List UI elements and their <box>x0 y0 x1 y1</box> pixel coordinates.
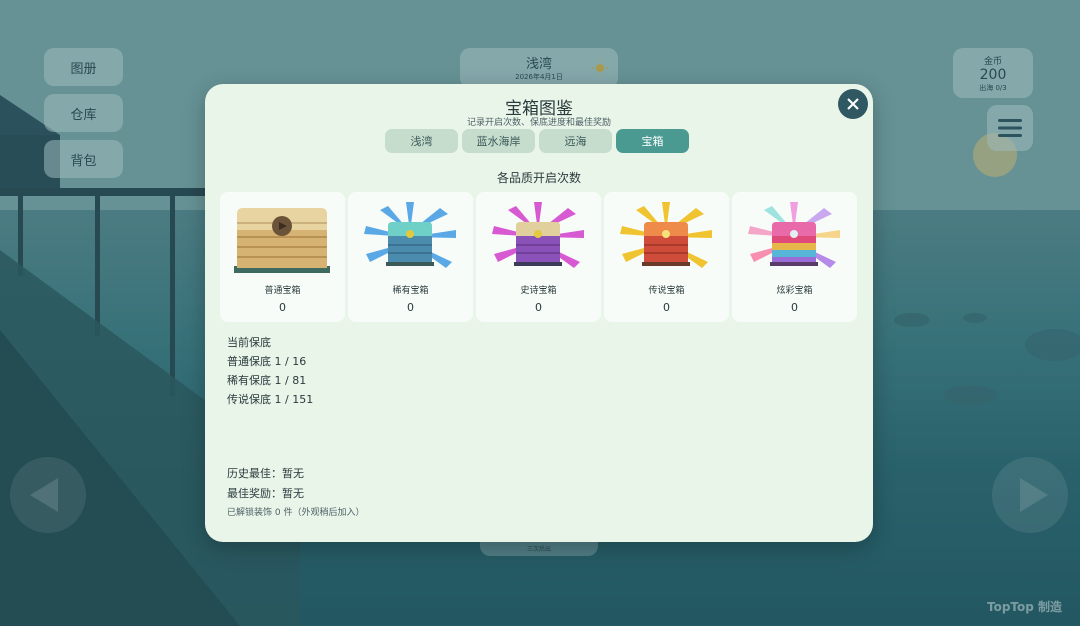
chest-count: 0 <box>663 301 670 314</box>
chest-card-rare[interactable]: 稀有宝箱 0 <box>348 192 473 322</box>
unlocked-decorations: 已解锁装饰 0 件（外观稍后加入） <box>227 508 365 518</box>
chest-collection-modal: 宝箱图鉴 记录开启次数、保底进度和最佳奖励 浅湾 蓝水海岸 远海 宝箱 各品质开… <box>205 84 873 542</box>
chest-cards: 普通宝箱 0 稀有宝箱 0 史诗宝箱 0 传说宝箱 0 炫彩宝箱 0 <box>220 192 857 322</box>
pity-legendary: 传说保底 1 / 151 <box>227 393 314 406</box>
pity-common: 普通保底 1 / 16 <box>227 355 307 368</box>
chest-name: 稀有宝箱 <box>392 286 429 296</box>
rare-chest-icon <box>364 202 456 268</box>
close-button[interactable] <box>838 89 868 119</box>
tab-far-sea[interactable]: 远海 <box>539 129 612 153</box>
best-reward: 最佳奖励：暂无 <box>227 487 304 500</box>
chest-count: 0 <box>279 301 286 314</box>
pity-title: 当前保底 <box>227 336 271 349</box>
chest-name: 史诗宝箱 <box>520 286 557 296</box>
chest-card-legendary[interactable]: 传说宝箱 0 <box>604 192 729 322</box>
epic-chest-icon <box>492 202 584 268</box>
close-icon <box>847 98 859 110</box>
legendary-chest-icon <box>620 202 712 268</box>
tab-chests[interactable]: 宝箱 <box>616 129 689 153</box>
region-tabs: 浅湾 蓝水海岸 远海 宝箱 <box>385 129 689 153</box>
chest-name: 普通宝箱 <box>264 286 301 296</box>
watermark: TopTop 制造 <box>987 600 1063 614</box>
chest-name: 炫彩宝箱 <box>776 286 813 296</box>
pity-rare: 稀有保底 1 / 81 <box>227 374 307 387</box>
common-chest-icon <box>234 208 330 273</box>
chest-card-rainbow[interactable]: 炫彩宝箱 0 <box>732 192 857 322</box>
modal-subtitle: 记录开启次数、保底进度和最佳奖励 <box>466 118 611 128</box>
rainbow-chest-icon <box>748 202 840 268</box>
chest-card-epic[interactable]: 史诗宝箱 0 <box>476 192 601 322</box>
best-history: 历史最佳：暂无 <box>227 467 304 480</box>
tab-shallow-bay[interactable]: 浅湾 <box>385 129 458 153</box>
chest-count: 0 <box>791 301 798 314</box>
chest-card-common[interactable]: 普通宝箱 0 <box>220 192 345 322</box>
tab-blue-coast[interactable]: 蓝水海岸 <box>462 129 535 153</box>
section-title: 各品质开启次数 <box>496 171 581 185</box>
chest-count: 0 <box>535 301 542 314</box>
chest-count: 0 <box>407 301 414 314</box>
chest-name: 传说宝箱 <box>648 286 685 296</box>
